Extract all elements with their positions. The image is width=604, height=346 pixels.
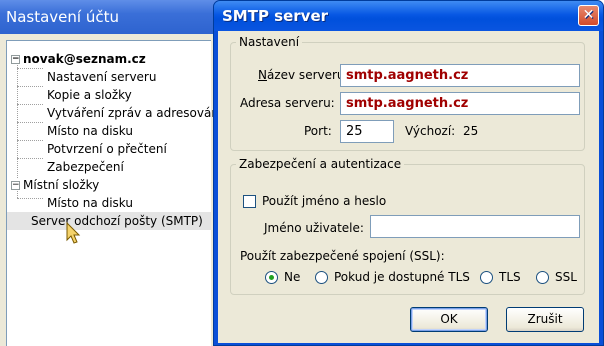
tree-item-copies-folders[interactable]: Kopie a složky: [47, 86, 132, 104]
tree-item-security[interactable]: Zabezpečení: [47, 158, 124, 176]
use-credentials-checkbox[interactable]: [243, 195, 256, 208]
default-port-label: Výchozí:: [405, 124, 456, 138]
dialog-titlebar[interactable]: SMTP server ✕: [214, 1, 603, 31]
account-settings-title: Nastavení účtu: [6, 8, 119, 26]
tree-item-return-receipts[interactable]: Potvrzení o přečtení: [47, 140, 167, 158]
ssl-option-tls-radio[interactable]: [480, 271, 493, 284]
tree-item-smtp-server[interactable]: Server odchozí pošty (SMTP): [7, 212, 211, 230]
use-credentials-label[interactable]: Použít jméno a heslo: [262, 194, 386, 208]
server-address-input[interactable]: smtp.aagneth.cz: [340, 92, 580, 115]
close-icon: ✕: [582, 7, 595, 23]
server-name-label: Název serveru: [258, 68, 345, 82]
dialog-body: Nastavení Název serveru smtp.aagneth.cz …: [218, 31, 599, 343]
settings-group-legend: Nastavení: [239, 35, 300, 49]
smtp-server-dialog: SMTP server ✕ Nastavení Název serveru sm…: [213, 0, 604, 346]
tree-item-disk-space[interactable]: Místo na disku: [47, 122, 133, 140]
server-name-input[interactable]: smtp.aagneth.cz: [340, 64, 580, 87]
minus-box-icon[interactable]: −: [11, 181, 20, 190]
tree-connector: [17, 158, 43, 159]
account-settings-titlebar: Nastavení účtu: [0, 0, 225, 34]
tree-connector: [17, 198, 43, 199]
tree-item-local-disk-space[interactable]: Místo na disku: [47, 194, 133, 212]
ssl-option-tls-if-available-label[interactable]: Pokud je dostupné TLS: [334, 270, 470, 284]
tree-connector: [17, 122, 43, 123]
ssl-option-ssl-radio[interactable]: [536, 271, 549, 284]
default-port-value: 25: [463, 124, 479, 138]
ssl-option-none-label[interactable]: Ne: [284, 270, 300, 284]
ssl-option-none-radio[interactable]: [265, 271, 278, 284]
security-group-legend: Zabezpečení a autentizace: [239, 157, 402, 171]
ssl-label: Použít zabezpečené spojení (SSL):: [240, 249, 445, 263]
minus-box-icon[interactable]: −: [11, 55, 20, 64]
username-input[interactable]: [370, 215, 580, 238]
username-label: Jméno uživatele:: [264, 221, 364, 235]
ok-button[interactable]: OK: [410, 307, 488, 332]
dialog-title: SMTP server: [222, 7, 329, 25]
tree-connector: [17, 104, 43, 105]
tree-connector: [17, 86, 43, 87]
mouse-pointer-icon: [66, 222, 81, 244]
tree-item-server-settings[interactable]: Nastavení serveru: [47, 68, 156, 86]
close-button[interactable]: ✕: [578, 5, 599, 26]
tree-item-local-folders[interactable]: − Místní složky: [11, 176, 99, 194]
tree-item-composition[interactable]: Vytváření zpráv a adresování: [47, 104, 222, 122]
ssl-option-ssl-label[interactable]: SSL: [555, 270, 577, 284]
tree-connector: [17, 140, 43, 141]
server-address-label: Adresa serveru:: [240, 96, 335, 110]
port-label: Port:: [304, 124, 332, 138]
account-tree: − novak@seznam.cz Nastavení serveru Kopie…: [6, 40, 222, 346]
ssl-option-tls-label[interactable]: TLS: [499, 270, 521, 284]
port-input[interactable]: 25: [340, 120, 394, 143]
cancel-button[interactable]: Zrušit: [506, 307, 584, 332]
ssl-option-tls-if-available-radio[interactable]: [315, 271, 328, 284]
tree-connector: [17, 68, 43, 69]
tree-item-account[interactable]: − novak@seznam.cz: [11, 50, 146, 68]
tree-connector: [17, 59, 18, 178]
